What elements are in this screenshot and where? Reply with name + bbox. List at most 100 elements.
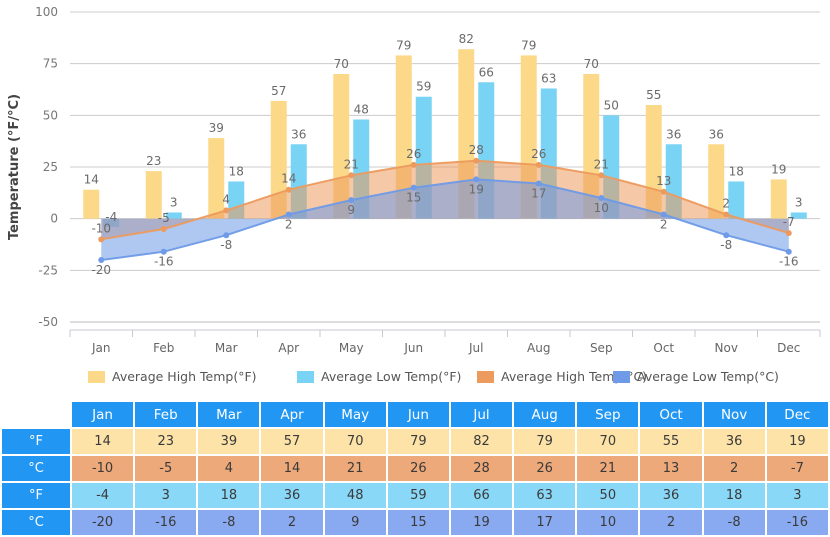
table-cell: -16	[135, 510, 197, 535]
legend-label-1[interactable]: Average Low Temp(°F)	[321, 369, 461, 384]
bar-label-low-f: 66	[479, 65, 494, 79]
bar-label-low-f: 18	[729, 164, 744, 178]
bar-label-low-f: 3	[795, 195, 803, 209]
area-label-high-c: 4	[222, 192, 230, 206]
table-cell: 79	[387, 429, 449, 454]
table-cell: 36	[640, 483, 702, 508]
table-cell: 21	[324, 456, 386, 481]
table-cell: 63	[514, 483, 576, 508]
bar-label-high-f: 79	[521, 38, 536, 52]
bar-label-low-f: 36	[291, 127, 306, 141]
table-col-header-dec: Dec	[766, 402, 828, 427]
legend-swatch-1	[297, 371, 314, 383]
area-label-low-c: 2	[660, 218, 668, 232]
area-label-low-c: 17	[531, 187, 546, 201]
table-row: °C -10 -5 4 14 21 26 28 26 21 13 2 -7	[2, 456, 828, 481]
table-cell: 3	[766, 483, 828, 508]
table-cell: 4	[198, 456, 260, 481]
bar-label-high-f: 39	[209, 121, 224, 135]
area-label-high-c: 21	[344, 157, 359, 171]
table-cell: 19	[450, 510, 513, 535]
area-point	[223, 207, 230, 214]
x-tick-label-apr: Apr	[278, 341, 299, 355]
table-cell: 82	[450, 429, 513, 454]
area-point	[410, 161, 417, 168]
area-label-high-c: 2	[722, 197, 730, 211]
table-cell: 19	[766, 429, 828, 454]
bar-label-low-f: 63	[541, 71, 556, 85]
y-tick-label: 25	[43, 160, 58, 174]
table-cell: 70	[577, 429, 639, 454]
x-tick-label-jun: Jun	[403, 341, 423, 355]
area-point	[535, 161, 542, 168]
table-cell: 55	[640, 429, 702, 454]
table-cell: -20	[72, 510, 134, 535]
legend-label-3[interactable]: Average Low Temp(°C)	[637, 369, 779, 384]
x-tick-label-sep: Sep	[590, 341, 613, 355]
table-cell: -7	[766, 456, 828, 481]
area-point	[348, 172, 355, 179]
legend-swatch-2	[477, 371, 494, 383]
table-row: °F -4 3 18 36 48 59 66 63 50 36 18 3	[2, 483, 828, 508]
area-label-low-c: 9	[347, 203, 355, 217]
area-label-high-c: 26	[406, 147, 421, 161]
area-label-high-c: 21	[594, 157, 609, 171]
table-row-header: °F	[2, 483, 70, 508]
table-row-header: °C	[2, 510, 70, 535]
table-cell: 14	[72, 429, 134, 454]
chart-area: -50 -25 0 25 50 75 100 Temperature (°F/°C) 14 23 3…	[0, 0, 830, 400]
table-col-header-feb: Feb	[135, 402, 197, 427]
y-tick-label: -50	[38, 315, 58, 329]
area-point	[660, 188, 667, 195]
table-col-header-sep: Sep	[577, 402, 639, 427]
bar-high-f-dec	[770, 179, 787, 219]
area-label-low-c: -8	[220, 238, 232, 252]
table-cell: 9	[324, 510, 386, 535]
bar-label-low-f: 50	[604, 98, 619, 112]
table-cell: 66	[450, 483, 513, 508]
x-tick-label-jan: Jan	[91, 341, 111, 355]
table-cell: -8	[703, 510, 765, 535]
area-point	[723, 211, 730, 218]
table-cell: 15	[387, 510, 449, 535]
x-tick-label-dec: Dec	[777, 341, 800, 355]
area-fill-low-c	[101, 179, 789, 260]
bar-label-high-f: 70	[334, 57, 349, 71]
area-label-low-c: -16	[154, 255, 174, 269]
table-cell: -5	[135, 456, 197, 481]
table-col-header-apr: Apr	[261, 402, 323, 427]
area-label-high-c: 14	[281, 172, 296, 186]
table-cell: 18	[703, 483, 765, 508]
y-axis-title: Temperature (°F/°C)	[7, 94, 22, 240]
bar-high-f-jan	[83, 189, 100, 219]
table-cell: 50	[577, 483, 639, 508]
table-cell: -8	[198, 510, 260, 535]
bar-label-high-f: 55	[646, 88, 661, 102]
area-point	[473, 157, 480, 164]
table-cell: 2	[640, 510, 702, 535]
table-header-row: Jan Feb Mar Apr May Jun Jul Aug Sep Oct Nov Dec	[2, 402, 828, 427]
y-tick-label: 0	[50, 212, 58, 226]
bar-label-high-f: 82	[459, 32, 474, 46]
area-label-high-c: -10	[91, 221, 111, 235]
climate-data-table: Jan Feb Mar Apr May Jun Jul Aug Sep Oct Nov Dec °F 1…	[0, 400, 830, 537]
table-cell: 17	[514, 510, 576, 535]
bar-label-high-f: 57	[271, 84, 286, 98]
table-cell: 2	[703, 456, 765, 481]
y-tick-label: 100	[35, 5, 58, 19]
table-cell: 2	[261, 510, 323, 535]
table-cell: 70	[324, 429, 386, 454]
table-cell: 36	[703, 429, 765, 454]
table-cell: 26	[387, 456, 449, 481]
area-point	[785, 230, 792, 237]
area-label-low-c: 10	[594, 201, 609, 215]
table-row-header: °F	[2, 429, 70, 454]
area-label-high-c: 28	[469, 143, 484, 157]
legend-label-0[interactable]: Average High Temp(°F)	[112, 369, 257, 384]
x-tick-label-oct: Oct	[653, 341, 674, 355]
table-cell: 26	[514, 456, 576, 481]
x-tick-label-feb: Feb	[153, 341, 174, 355]
table-row: °C -20 -16 -8 2 9 15 19 17 10 2 -8 -16	[2, 510, 828, 535]
area-label-high-c: 13	[656, 174, 671, 188]
table-col-header-jul: Jul	[450, 402, 513, 427]
